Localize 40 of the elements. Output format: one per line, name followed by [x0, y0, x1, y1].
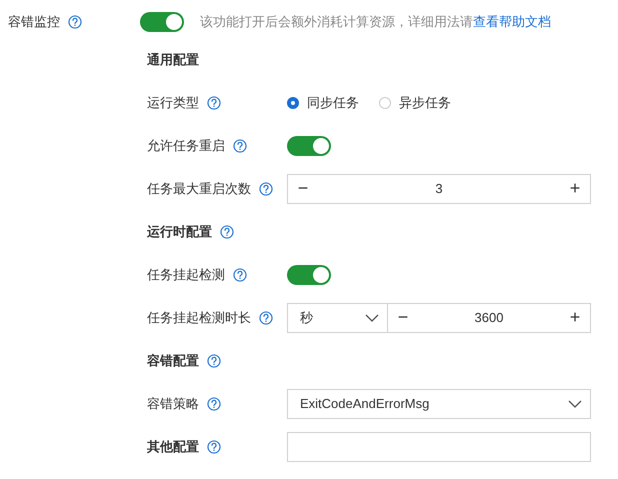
decrement-button[interactable]: − — [388, 304, 418, 332]
strategy-select[interactable]: ExitCodeAndErrorMsg — [287, 388, 591, 418]
help-icon[interactable] — [207, 96, 221, 110]
help-icon[interactable] — [68, 15, 82, 29]
field-label: 任务最大重启次数 — [147, 180, 251, 198]
chevron-down-icon — [365, 314, 379, 322]
help-icon[interactable] — [207, 354, 221, 368]
field-label: 容错策略 — [147, 394, 199, 412]
input-field[interactable] — [287, 432, 591, 462]
section-title: 容错配置 — [147, 352, 199, 370]
field-label: 其他配置 — [147, 438, 199, 456]
toggle-switch[interactable] — [287, 264, 331, 284]
help-icon[interactable] — [259, 310, 273, 324]
decrement-button[interactable]: − — [288, 174, 318, 202]
radio-button[interactable] — [287, 96, 299, 108]
help-icon[interactable] — [207, 396, 221, 410]
increment-button[interactable]: + — [560, 304, 590, 332]
section-title: 运行时配置 — [147, 222, 212, 240]
help-icon[interactable] — [233, 268, 247, 282]
toggle-switch[interactable] — [287, 136, 331, 156]
number-stepper[interactable]: − 3 + — [287, 174, 591, 204]
increment-button[interactable]: + — [560, 174, 590, 202]
field-label: 容错监控 — [8, 13, 60, 31]
radio-label: 异步任务 — [399, 94, 451, 112]
radio-label: 同步任务 — [307, 94, 359, 112]
number-stepper[interactable]: − 3600 + — [387, 302, 591, 332]
field-label: 任务挂起检测时长 — [147, 308, 251, 326]
help-icon[interactable] — [220, 224, 234, 238]
field-label: 运行类型 — [147, 94, 199, 112]
help-icon[interactable] — [259, 182, 273, 196]
field-label: 任务挂起检测 — [147, 266, 225, 284]
help-icon[interactable] — [233, 138, 247, 152]
unit-select[interactable]: 秒 — [287, 302, 387, 332]
chevron-down-icon — [568, 400, 582, 408]
help-icon[interactable] — [207, 440, 221, 454]
description-text: 该功能打开后会额外消耗计算资源，详细用法请 — [200, 13, 473, 31]
toggle-switch[interactable] — [140, 12, 184, 32]
section-title: 通用配置 — [147, 50, 199, 68]
field-label: 允许任务重启 — [147, 136, 225, 154]
help-doc-link[interactable]: 查看帮助文档 — [473, 13, 551, 31]
